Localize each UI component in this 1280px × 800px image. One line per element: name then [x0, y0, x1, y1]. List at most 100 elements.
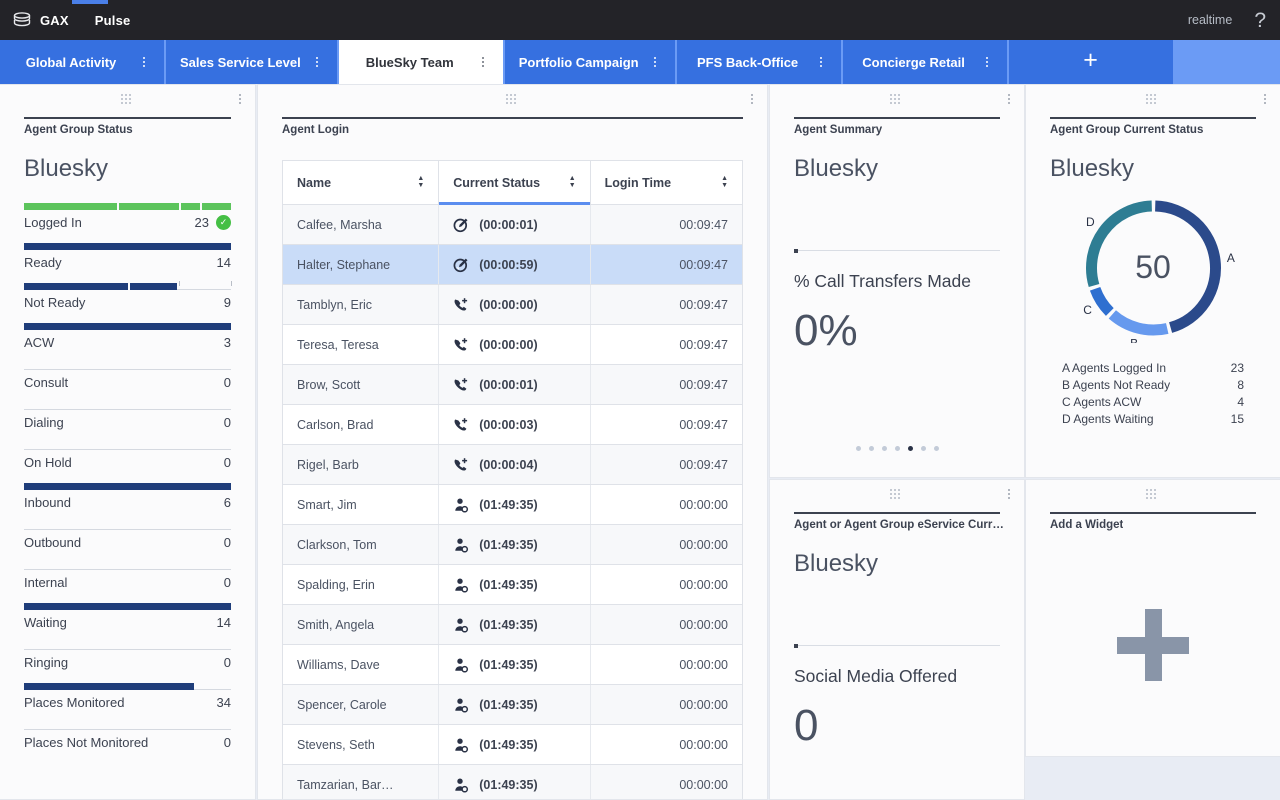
sort-icon[interactable]: ▲▼: [721, 176, 728, 189]
pager-dot[interactable]: [869, 446, 874, 451]
realtime-mode-label[interactable]: realtime: [1188, 13, 1232, 27]
headset-notready-icon: [453, 577, 469, 593]
cell-agent-name: Williams, Dave: [283, 645, 439, 684]
column-header-current-status[interactable]: Current Status ▲▼: [439, 161, 590, 204]
pager-dot[interactable]: [921, 446, 926, 451]
donut-slice-B[interactable]: [1112, 314, 1167, 330]
tab-label: Portfolio Campaign: [519, 55, 639, 70]
tab-menu-icon[interactable]: [815, 57, 827, 67]
widget-menu-icon[interactable]: [1008, 94, 1010, 104]
drag-handle-icon[interactable]: [1146, 489, 1160, 498]
drag-handle-icon[interactable]: [506, 94, 520, 103]
pager-dot[interactable]: [908, 446, 913, 451]
table-row[interactable]: Tamzarian, Bar… (01:49:35) 00:00:00: [282, 765, 743, 800]
column-header-name[interactable]: Name ▲▼: [283, 161, 439, 204]
status-bar: [24, 403, 231, 410]
sort-icon[interactable]: ▲▼: [417, 176, 424, 189]
cell-agent-name: Spencer, Carole: [283, 685, 439, 724]
table-row[interactable]: Smith, Angela (01:49:35) 00:00:00: [282, 605, 743, 645]
widget-title: Agent Login: [282, 124, 349, 136]
plus-icon[interactable]: [1117, 609, 1189, 681]
widget-menu-icon[interactable]: [751, 94, 753, 104]
kpi-pager[interactable]: [770, 446, 1024, 451]
tab-portfolio-campaign[interactable]: Portfolio Campaign: [505, 40, 675, 84]
add-tab-button[interactable]: +: [1009, 40, 1173, 84]
bar-segment-divider: [128, 283, 130, 290]
widget-menu-icon[interactable]: [239, 94, 241, 104]
active-app-indicator: [72, 0, 108, 4]
cell-login-time: 00:09:47: [591, 285, 742, 324]
legend-value: 15: [1231, 411, 1244, 428]
agent-status-row: Waiting 14: [24, 603, 231, 643]
tab-menu-icon[interactable]: [311, 57, 323, 67]
drag-handle-icon[interactable]: [121, 94, 135, 103]
widget-rule: [1050, 117, 1256, 119]
sort-icon[interactable]: ▲▼: [569, 176, 576, 189]
tab-global-activity[interactable]: Global Activity: [0, 40, 164, 84]
cell-current-status: (01:49:35): [439, 725, 590, 764]
cell-login-time: 00:00:00: [591, 685, 742, 724]
table-row[interactable]: Spencer, Carole (01:49:35) 00:00:00: [282, 685, 743, 725]
table-row[interactable]: Smart, Jim (01:49:35) 00:00:00: [282, 485, 743, 525]
phone-ready-icon: [453, 417, 469, 433]
tab-menu-icon[interactable]: [981, 57, 993, 67]
table-row[interactable]: Williams, Dave (01:49:35) 00:00:00: [282, 645, 743, 685]
tab-concierge-retail[interactable]: Concierge Retail: [843, 40, 1007, 84]
tab-bluesky-team[interactable]: BlueSky Team: [339, 40, 503, 84]
donut-slice-C[interactable]: [1095, 289, 1110, 312]
tab-pfs-back-office[interactable]: PFS Back-Office: [677, 40, 841, 84]
table-row[interactable]: Rigel, Barb (00:00:04) 00:09:47: [282, 445, 743, 485]
tab-sales-service-level[interactable]: Sales Service Level: [166, 40, 337, 84]
gax-logo[interactable]: GAX: [12, 10, 69, 30]
phone-ready-icon: [453, 337, 469, 353]
bar-fill: [24, 323, 231, 330]
donut-legend: A Agents Logged In 23B Agents Not Ready …: [1026, 360, 1280, 428]
cell-login-time: 00:00:00: [591, 565, 742, 604]
table-row[interactable]: Tamblyn, Eric (00:00:00) 00:09:47: [282, 285, 743, 325]
table-row[interactable]: Brow, Scott (00:00:01) 00:09:47: [282, 365, 743, 405]
table-row[interactable]: Calfee, Marsha (00:00:01) 00:09:47: [282, 205, 743, 245]
app-name-pulse[interactable]: Pulse: [95, 13, 131, 28]
widget-menu-icon[interactable]: [1264, 94, 1266, 104]
status-label: Ready: [24, 255, 62, 270]
pager-dot[interactable]: [882, 446, 887, 451]
drag-handle-icon[interactable]: [1146, 94, 1160, 103]
column-header-login-time[interactable]: Login Time ▲▼: [591, 161, 742, 204]
widget-agent-group-status: Agent Group Status Bluesky Logged In 23 …: [0, 84, 256, 800]
table-row[interactable]: Stevens, Seth (01:49:35) 00:00:00: [282, 725, 743, 765]
status-bar: [24, 483, 231, 490]
table-row[interactable]: Teresa, Teresa (00:00:00) 00:09:47: [282, 325, 743, 365]
tab-menu-icon[interactable]: [477, 57, 489, 67]
table-row[interactable]: Spalding, Erin (01:49:35) 00:00:00: [282, 565, 743, 605]
kpi-divider: [794, 645, 1000, 646]
pager-dot[interactable]: [856, 446, 861, 451]
widget-menu-icon[interactable]: [1008, 489, 1010, 499]
status-duration: (01:49:35): [479, 538, 537, 552]
cell-login-time: 00:00:00: [591, 605, 742, 644]
drag-handle-icon[interactable]: [890, 94, 904, 103]
legend-value: 4: [1237, 394, 1244, 411]
cell-current-status: (01:49:35): [439, 605, 590, 644]
status-bar: [24, 243, 231, 250]
table-row[interactable]: Clarkson, Tom (01:49:35) 00:00:00: [282, 525, 743, 565]
help-icon[interactable]: ?: [1254, 10, 1266, 31]
acw-pencil-icon: [453, 217, 469, 233]
cell-current-status: (00:00:01): [439, 205, 590, 244]
phone-ready-icon: [453, 297, 469, 313]
agent-status-row: Dialing 0: [24, 403, 231, 443]
tab-menu-icon[interactable]: [138, 57, 150, 67]
cell-current-status: (01:49:35): [439, 645, 590, 684]
pager-dot[interactable]: [934, 446, 939, 451]
drag-handle-icon[interactable]: [890, 489, 904, 498]
tab-menu-icon[interactable]: [649, 57, 661, 67]
table-row[interactable]: Halter, Stephane (00:00:59) 00:09:47: [282, 245, 743, 285]
widget-add-a-widget[interactable]: Add a Widget: [1025, 479, 1280, 757]
headset-notready-icon: [453, 697, 469, 713]
cell-agent-name: Carlson, Brad: [283, 405, 439, 444]
pager-dot[interactable]: [895, 446, 900, 451]
cell-current-status: (01:49:35): [439, 565, 590, 604]
status-bar: [24, 283, 231, 290]
status-duration: (01:49:35): [479, 618, 537, 632]
table-row[interactable]: Carlson, Brad (00:00:03) 00:09:47: [282, 405, 743, 445]
cell-login-time: 00:09:47: [591, 365, 742, 404]
